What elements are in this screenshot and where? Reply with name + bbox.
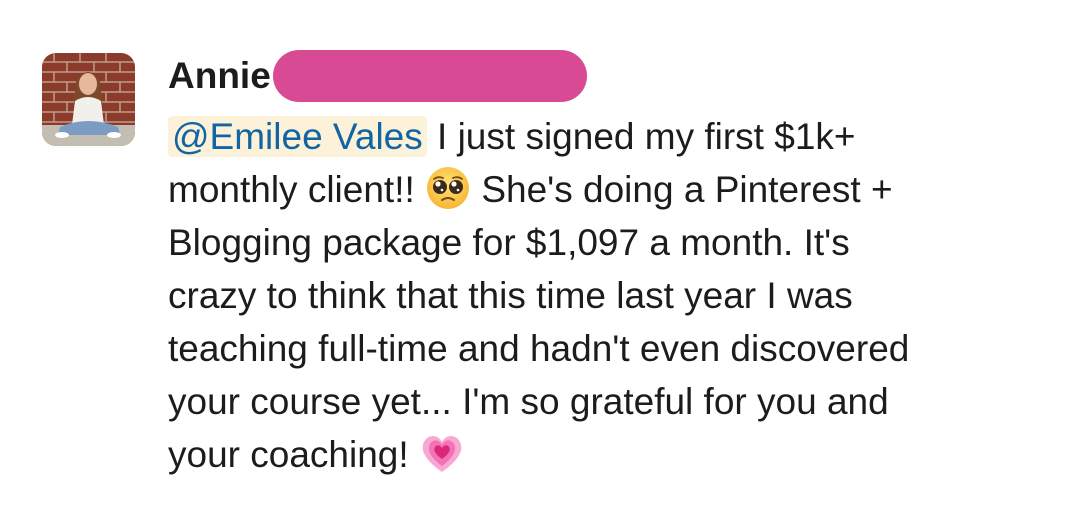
user-mention[interactable]: @Emilee Vales (168, 116, 427, 157)
message-text: teaching full-time and hadn't even disco… (168, 328, 910, 369)
chat-message: Annie @Emilee Vales I just signed my fir… (0, 0, 1080, 522)
avatar[interactable] (42, 53, 135, 146)
message-body: @Emilee Vales I just signed my first $1k… (168, 110, 1068, 481)
sender-name[interactable]: Annie (168, 48, 271, 104)
message-text: your coaching! (168, 434, 409, 475)
message-line: Blogging package for $1,097 a month. It'… (168, 216, 1068, 269)
message-line: teaching full-time and hadn't even disco… (168, 322, 1068, 375)
message-text: She's doing a Pinterest + (471, 169, 893, 210)
message-line: @Emilee Vales I just signed my first $1k… (168, 110, 1068, 163)
message-text: Blogging package for $1,097 a month. It'… (168, 222, 850, 263)
pleading-face-icon (427, 167, 470, 209)
message-text: your course yet... I'm so grateful for y… (168, 381, 889, 422)
message-text: I just signed my first $1k+ (426, 116, 856, 157)
message-line: your coaching! (168, 428, 1068, 481)
avatar-photo (42, 53, 135, 146)
message-line: monthly client!! She's doing a Pinterest… (168, 163, 1068, 216)
message-text: monthly client!! (168, 169, 415, 210)
message-line: your course yet... I'm so grateful for y… (168, 375, 1068, 428)
redaction-bar (272, 50, 587, 102)
message-header: Annie (168, 48, 587, 104)
message-text: crazy to think that this time last year … (168, 275, 853, 316)
message-line: crazy to think that this time last year … (168, 269, 1068, 322)
growing-heart-icon (422, 436, 462, 472)
